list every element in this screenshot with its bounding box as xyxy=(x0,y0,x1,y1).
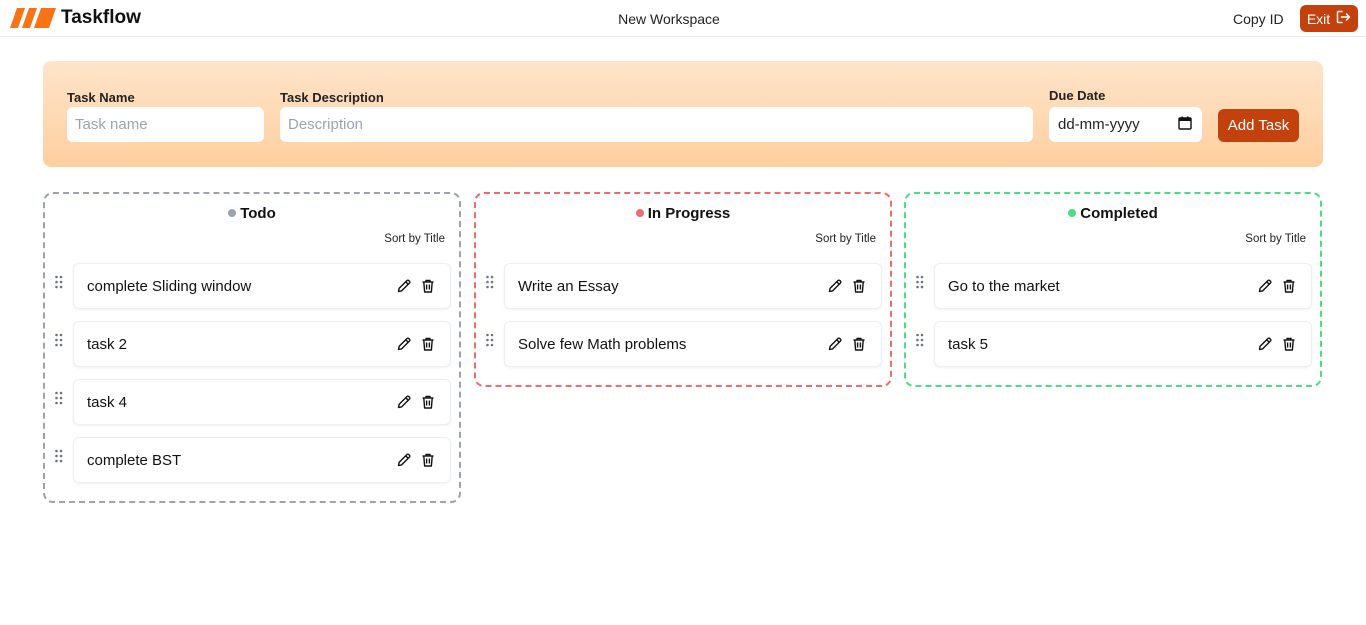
due-date-input[interactable]: dd-mm-yyyy xyxy=(1049,107,1202,142)
trash-icon[interactable] xyxy=(420,336,436,352)
task-row: task 2 xyxy=(45,321,459,379)
task-card[interactable]: Write an Essay xyxy=(504,263,882,309)
drag-handle-icon[interactable] xyxy=(55,391,65,405)
exit-button[interactable]: Exit xyxy=(1300,5,1358,32)
task-name-input[interactable] xyxy=(67,107,264,142)
trash-icon[interactable] xyxy=(420,278,436,294)
task-description-label: Task Description xyxy=(280,90,384,105)
sort-by-title-button[interactable]: Sort by Title xyxy=(1245,233,1306,245)
column-completed: Completed Sort by Title Go to the market ta… xyxy=(904,192,1322,387)
exit-label: Exit xyxy=(1306,10,1331,27)
logout-icon xyxy=(1336,10,1351,27)
column-title-label: In Progress xyxy=(647,205,731,222)
task-title: Solve few Math problems xyxy=(518,336,687,353)
workspace-name: New Workspace xyxy=(618,11,720,27)
copy-id-button[interactable]: Copy ID xyxy=(1233,11,1284,27)
task-card[interactable]: task 4 xyxy=(73,379,451,425)
trash-icon[interactable] xyxy=(1281,336,1297,352)
drag-handle-icon[interactable] xyxy=(486,275,496,289)
task-title: task 5 xyxy=(948,336,989,353)
task-row: complete BST xyxy=(45,437,459,495)
new-task-form: Task Name Task Description Due Date dd-m… xyxy=(43,61,1323,167)
task-row: Go to the market xyxy=(906,263,1320,321)
top-bar: Taskflow New Workspace Copy ID Exit xyxy=(0,0,1366,37)
column-todo: Todo Sort by Title complete Sliding window… xyxy=(43,192,461,503)
add-task-button[interactable]: Add Task xyxy=(1218,109,1299,142)
task-list: Go to the market task 5 xyxy=(906,263,1320,379)
task-title: complete BST xyxy=(87,452,182,469)
sort-by-title-button[interactable]: Sort by Title xyxy=(815,233,876,245)
task-card[interactable]: task 5 xyxy=(934,321,1312,367)
pencil-icon[interactable] xyxy=(396,394,412,410)
trash-icon[interactable] xyxy=(1281,278,1297,294)
status-dot xyxy=(1068,209,1077,217)
task-row: complete Sliding window xyxy=(45,263,459,321)
pencil-icon[interactable] xyxy=(1257,278,1273,294)
pencil-icon[interactable] xyxy=(827,336,843,352)
sort-by-title-button[interactable]: Sort by Title xyxy=(384,233,445,245)
task-title: complete Sliding window xyxy=(87,278,252,295)
drag-handle-icon[interactable] xyxy=(55,449,65,463)
pencil-icon[interactable] xyxy=(827,278,843,294)
task-row: task 5 xyxy=(906,321,1320,379)
due-date-label: Due Date xyxy=(1049,88,1106,103)
due-date-value: dd-mm-yyyy xyxy=(1058,116,1140,133)
trash-icon[interactable] xyxy=(851,278,867,294)
task-card[interactable]: task 2 xyxy=(73,321,451,367)
task-title: Go to the market xyxy=(948,278,1060,295)
drag-handle-icon[interactable] xyxy=(916,275,926,289)
task-list: Write an Essay Solve few Math problems xyxy=(476,263,890,379)
task-name-label: Task Name xyxy=(67,90,135,105)
status-dot xyxy=(228,209,237,217)
task-title: task 2 xyxy=(87,336,128,353)
task-description-input[interactable] xyxy=(280,107,1033,142)
task-card[interactable]: complete BST xyxy=(73,437,451,483)
task-card[interactable]: Go to the market xyxy=(934,263,1312,309)
trash-icon[interactable] xyxy=(420,452,436,468)
task-card[interactable]: Solve few Math problems xyxy=(504,321,882,367)
drag-handle-icon[interactable] xyxy=(486,333,496,347)
column-title: In Progress xyxy=(476,205,890,222)
pencil-icon[interactable] xyxy=(1257,336,1273,352)
column-title-label: Todo xyxy=(240,205,276,222)
pencil-icon[interactable] xyxy=(396,278,412,294)
trash-icon[interactable] xyxy=(420,394,436,410)
task-title: Write an Essay xyxy=(518,278,619,295)
trash-icon[interactable] xyxy=(851,336,867,352)
task-row: Solve few Math problems xyxy=(476,321,890,379)
task-card[interactable]: complete Sliding window xyxy=(73,263,451,309)
drag-handle-icon[interactable] xyxy=(55,275,65,289)
calendar-icon[interactable] xyxy=(1178,116,1192,134)
task-row: Write an Essay xyxy=(476,263,890,321)
column-title-label: Completed xyxy=(1080,205,1158,222)
pencil-icon[interactable] xyxy=(396,452,412,468)
pencil-icon[interactable] xyxy=(396,336,412,352)
column-title: Todo xyxy=(45,205,459,222)
task-row: task 4 xyxy=(45,379,459,437)
column-in-progress: In Progress Sort by Title Write an Essay So… xyxy=(474,192,892,387)
column-title: Completed xyxy=(906,205,1320,222)
task-list: complete Sliding window task 2 task 4 compl… xyxy=(45,263,459,495)
drag-handle-icon[interactable] xyxy=(55,333,65,347)
drag-handle-icon[interactable] xyxy=(916,333,926,347)
status-dot xyxy=(635,209,644,217)
task-title: task 4 xyxy=(87,394,128,411)
